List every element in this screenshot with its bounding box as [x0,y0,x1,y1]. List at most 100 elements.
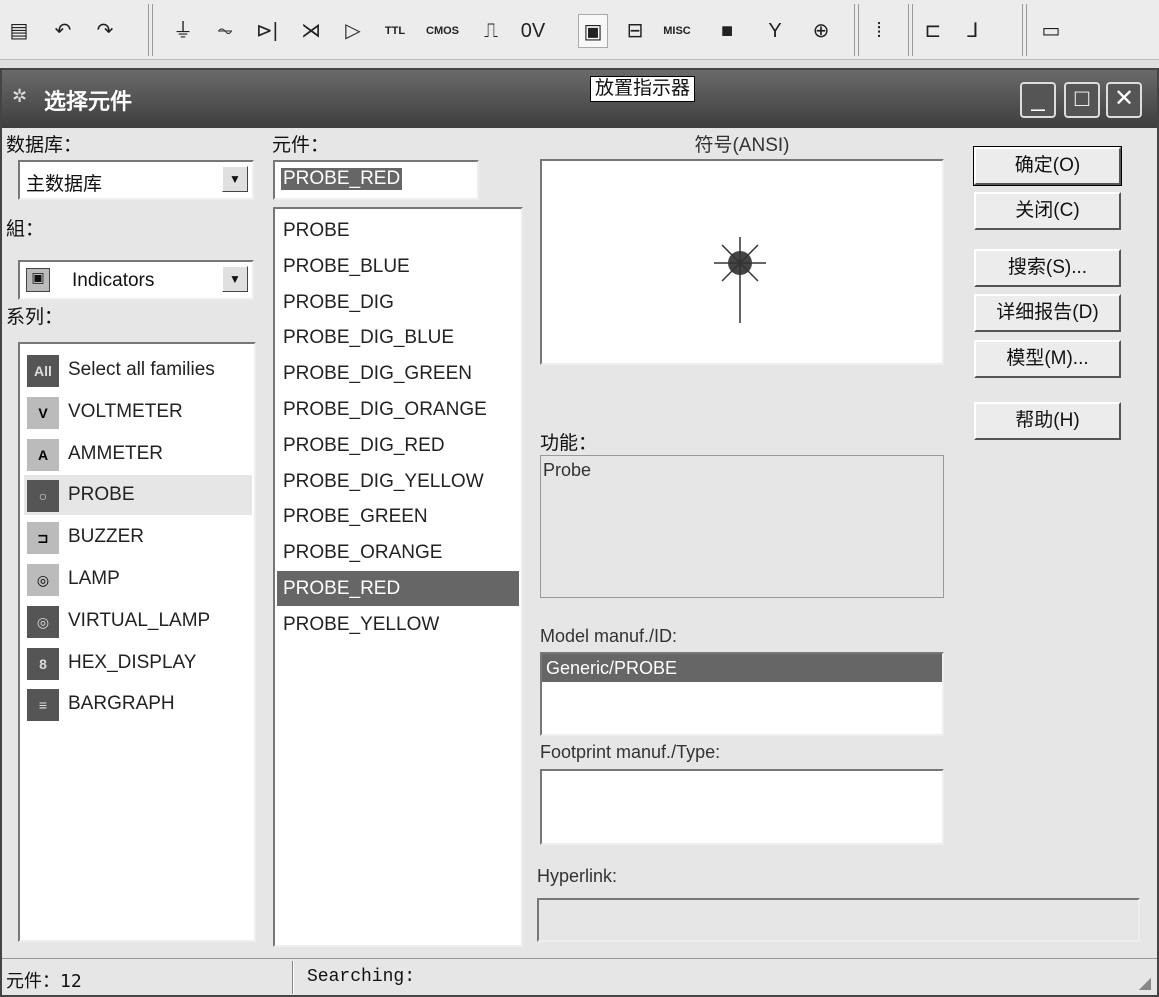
toolbar: ▤ ↶ ↷ ⏚ ⏦ ⊳| ⋊ ▷ TTL CMOS ⎍ 0V ▣ ⊟ MISC ■ Y ⊕ ⁞ ⊏ ⅃ ▭ [0,0,1159,60]
symbol-label: 符号(ANSI) [694,135,790,156]
chevron-down-icon[interactable]: ▼ [222,166,248,192]
family-item[interactable]: ≡ BARGRAPH [24,684,252,724]
family-label: 系列： [6,307,64,328]
family-label: BARGRAPH [68,693,175,715]
family-item[interactable]: A AMMETER [24,434,252,474]
maximize-button[interactable]: □ [1064,82,1100,118]
component-item[interactable]: PROBE_ORANGE [277,535,519,570]
footprint-label: Footprint manuf./Type: [540,742,721,762]
family-icon: ⊐ [27,522,59,555]
tooltip: 放置指示器 [590,76,696,102]
mcu-icon[interactable]: ⎍ [476,14,506,48]
hyperlink-field[interactable] [537,898,1140,942]
family-icon: All [27,355,59,387]
indicator-icon[interactable]: ▣ [578,14,608,48]
component-item[interactable]: PROBE_DIG_RED [277,428,519,463]
family-item[interactable]: V VOLTMETER [24,392,252,432]
family-label: VIRTUAL_LAMP [68,609,211,631]
advanced-peripherals-icon[interactable]: ■ [712,14,742,48]
family-label: AMMETER [68,442,163,464]
select-component-dialog: ✲ 选择元件 _ □ ✕ 放置指示器 数据库： 主数据库 ▼ 組： ▣ Indi… [0,68,1159,997]
resize-grip-icon[interactable]: ◢ [1139,973,1151,993]
model-list[interactable]: Generic/PROBE [540,652,944,736]
detail-report-button[interactable]: 详细报告(D) [974,294,1121,332]
undo-icon[interactable]: ↶ [48,14,78,48]
power-icon[interactable]: ⊟ [620,14,650,48]
mixed-icon[interactable]: 0V [518,14,548,48]
function-box: Probe [540,455,944,598]
redo-icon[interactable]: ↷ [90,14,120,48]
component-item[interactable]: PROBE_DIG_GREEN [277,356,519,391]
model-item[interactable]: Generic/PROBE [542,654,942,682]
hierarchical-icon[interactable]: ⊏ [918,14,948,48]
family-icon: V [27,396,59,429]
basic-icon[interactable]: ⏦ [210,14,240,48]
indicator-icon: ▣ [26,268,50,292]
title-bar[interactable]: ✲ 选择元件 _ □ ✕ [2,70,1157,128]
model-button[interactable]: 模型(M)... [974,340,1121,378]
family-label: BUZZER [68,526,144,548]
family-item[interactable]: ◎ LAMP [24,559,252,599]
paste-icon[interactable]: ▤ [4,14,34,48]
family-list[interactable]: All Select all families V VOLTMETER A AMMETER… [18,342,256,942]
component-item[interactable]: PROBE_DIG_ORANGE [277,392,519,427]
component-item[interactable]: PROBE_GREEN [277,499,519,534]
component-item[interactable]: PROBE_DIG_YELLOW [277,464,519,499]
footprint-list[interactable] [540,769,944,845]
source-icon[interactable]: ⏚ [168,14,198,48]
family-item[interactable]: All Select all families [24,350,252,390]
close-window-button[interactable]: ✕ [1106,82,1142,118]
cmos-icon[interactable]: CMOS [426,14,459,48]
family-icon: ◎ [27,564,59,596]
database-label: 数据库： [6,135,83,156]
component-label: 元件： [272,135,330,156]
model-label: Model manuf./ID: [540,626,678,646]
electromechanical-icon[interactable]: ⊕ [806,14,836,48]
family-label: HEX_DISPLAY [68,651,197,673]
component-item[interactable]: PROBE [277,213,519,248]
family-item[interactable]: ⊐ BUZZER [24,517,252,557]
dialog-title: 选择元件 [44,89,133,114]
chevron-down-icon[interactable]: ▼ [222,266,248,292]
toolbar-separator [908,4,913,56]
family-icon: ≡ [27,689,59,722]
probe-symbol-icon [714,237,766,323]
ttl-icon[interactable]: TTL [380,14,410,48]
family-item[interactable]: ◎ VIRTUAL_LAMP [24,601,252,641]
toolbar-separator [148,4,153,56]
component-item[interactable]: PROBE_YELLOW [277,607,519,642]
search-button[interactable]: 搜索(S)... [974,249,1121,287]
group-select[interactable]: ▣ Indicators ▼ [18,260,254,300]
component-list[interactable]: PROBE PROBE_BLUE PROBE_DIG PROBE_DIG_BLUE PR… [273,207,523,947]
group-value: Indicators [72,270,155,291]
family-icon: ◎ [27,605,59,638]
instrument-icon[interactable]: ▭ [1036,14,1066,48]
symbol-preview [540,159,944,365]
diode-icon[interactable]: ⊳| [252,14,282,48]
function-label: 功能： [540,433,598,454]
transistor-icon[interactable]: ⋊ [296,14,326,48]
ok-button[interactable]: 确定(O) [973,146,1122,186]
toolbar-separator [854,4,859,56]
database-value: 主数据库 [26,174,103,195]
minimize-button[interactable]: _ [1020,82,1056,118]
family-item[interactable]: 8 HEX_DISPLAY [24,643,252,683]
analog-icon[interactable]: ▷ [338,14,368,48]
component-item[interactable]: PROBE_RED [277,571,519,606]
bus-icon[interactable]: ⅃ [958,14,988,48]
family-label: Select all families [68,359,215,380]
misc-icon[interactable]: MISC [662,14,692,48]
help-button[interactable]: 帮助(H) [974,402,1121,440]
component-item[interactable]: PROBE_DIG [277,285,519,320]
ladder-icon[interactable]: ⁞ [864,14,894,48]
database-select[interactable]: 主数据库 ▼ [18,160,254,200]
component-input[interactable]: PROBE_RED [273,160,479,200]
component-input-value: PROBE_RED [281,168,403,190]
family-item[interactable]: ○ PROBE [24,475,252,516]
search-status: Searching: [307,967,416,987]
component-item[interactable]: PROBE_BLUE [277,249,519,284]
family-label: VOLTMETER [68,400,183,422]
rf-icon[interactable]: Y [760,14,790,48]
component-item[interactable]: PROBE_DIG_BLUE [277,320,519,355]
close-button[interactable]: 关闭(C) [974,192,1121,230]
